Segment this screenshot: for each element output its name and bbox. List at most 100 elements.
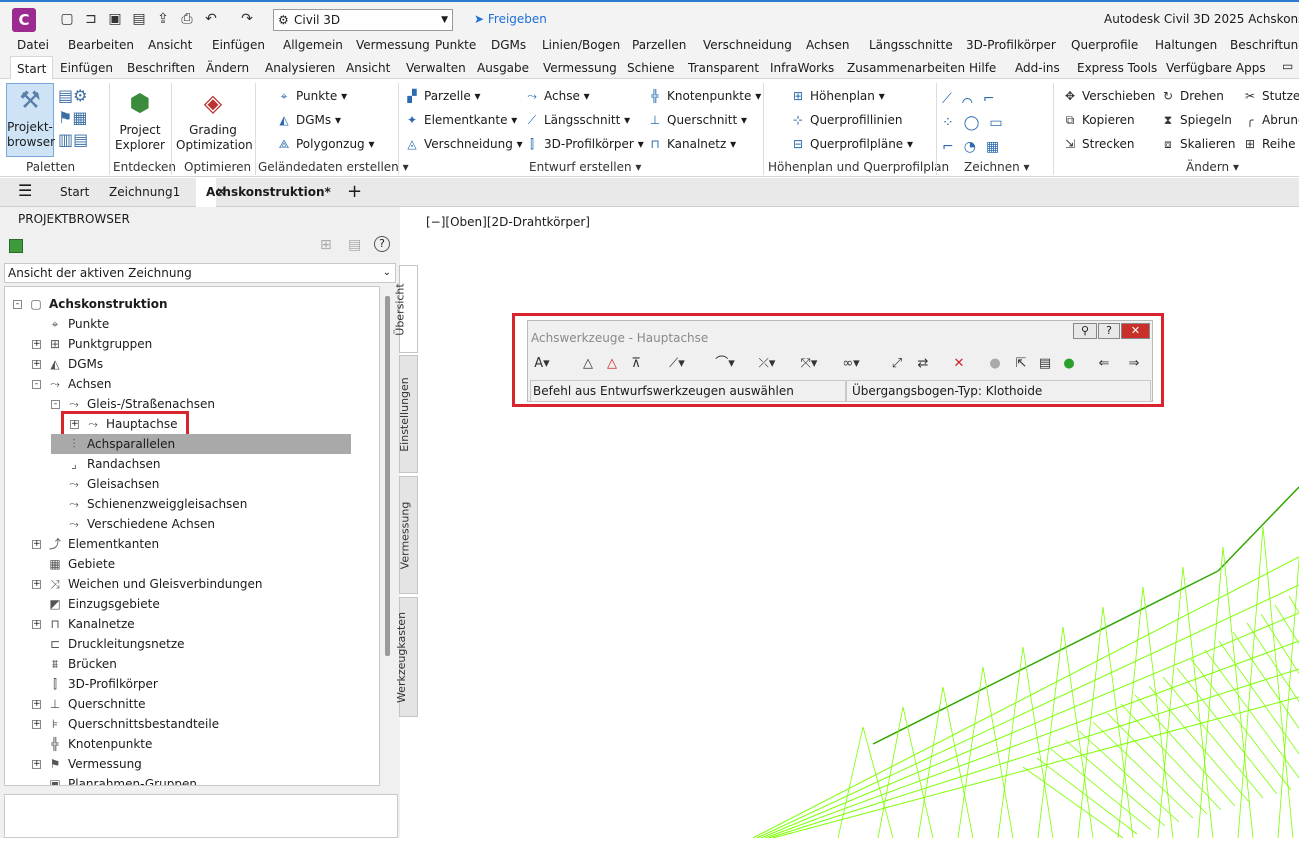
achse-button[interactable]: ⤳ Achse ▾ — [523, 86, 590, 106]
abrunden-button[interactable]: ╭ Abrund — [1241, 110, 1299, 130]
tree-item[interactable]: + ⤴ Elementkanten — [32, 534, 159, 554]
workspace-dropdown[interactable]: ⚙ Civil 3D ▼ — [273, 9, 453, 31]
subentity-editor-icon[interactable]: ▤ — [1034, 354, 1056, 374]
tree-item[interactable]: ╬ Knotenpunkte — [32, 734, 152, 754]
sidetab-uebersicht[interactable]: Übersicht — [394, 265, 418, 353]
tree-item[interactable]: ⫿ 3D-Profilkörper — [32, 674, 158, 694]
sidetab-vermessung[interactable]: Vermessung — [398, 476, 418, 594]
draw-tools[interactable]: ⟋⌒⌐ ⁘◯▭ ⌐◔▦ — [942, 87, 1042, 155]
alignment-toolbar[interactable]: Achswerkzeuge - Hauptachse ⚲ ? ✕ A▾ △ △ … — [527, 320, 1153, 402]
tree-item[interactable]: + ⚑ Vermessung — [32, 754, 142, 774]
app-icon[interactable]: C — [12, 8, 36, 32]
menu-3d-profilkoerper[interactable]: 3D-Profilkörper — [966, 38, 1056, 52]
tree-item[interactable]: + ◭ DGMs — [32, 354, 103, 374]
ribbon-minimize-icon[interactable]: ▭ — [1282, 59, 1293, 73]
expand-toggle-icon[interactable]: + — [32, 360, 41, 369]
tab-ausgabe[interactable]: Ausgabe — [477, 61, 529, 75]
elementkante-button[interactable]: ✦ Elementkante ▾ — [403, 110, 517, 130]
reverse-direction-icon[interactable]: ⇄ — [912, 354, 934, 374]
tab-start[interactable]: Start — [10, 56, 54, 80]
tree-item[interactable]: ▦ Gebiete — [32, 554, 115, 574]
edit-best-fit-icon[interactable]: ● — [984, 354, 1006, 374]
tab-schiene[interactable]: Schiene — [627, 61, 675, 75]
tab-hilfe[interactable]: Hilfe — [969, 61, 996, 75]
menu-punkte[interactable]: Punkte — [435, 38, 476, 52]
tree-item[interactable]: + ⊥ Querschnitte — [32, 694, 146, 714]
kanalnetz-button[interactable]: ⊓ Kanalnetz ▾ — [646, 134, 736, 154]
reverse-curve-icon[interactable]: ∞▾ — [834, 354, 868, 374]
tree-item[interactable]: + ⊧ Querschnittsbestandteile — [32, 714, 219, 734]
spiegeln-button[interactable]: ⧗ Spiegeln — [1159, 110, 1232, 130]
doc-tab-achskonstruktion[interactable]: Achskonstruktion* ✕ — [196, 178, 331, 207]
tab-beschriften[interactable]: Beschriften — [127, 61, 195, 75]
tree-item[interactable]: ⊏ Druckleitungsnetze — [32, 634, 185, 654]
line-curve-tools-icon[interactable]: ⤧▾ — [792, 354, 826, 374]
close-icon[interactable]: ✕ — [216, 185, 226, 199]
reihe-button[interactable]: ⊞ Reihe — [1241, 134, 1296, 154]
open-icon[interactable]: ⊐ — [82, 10, 100, 28]
knotenpunkte-button[interactable]: ╬ Knotenpunkte ▾ — [646, 86, 761, 106]
menu-laengsschnitte[interactable]: Längsschnitte — [869, 38, 953, 52]
menu-datei[interactable]: Datei — [17, 38, 49, 52]
tree-item[interactable]: ⌟ Randachsen — [51, 454, 160, 474]
expand-toggle-icon[interactable]: + — [32, 620, 41, 629]
tree-item[interactable]: ⌖ Punkte — [32, 314, 110, 334]
tree-item[interactable]: + ⊞ Punktgruppen — [32, 334, 152, 354]
menu-achsen[interactable]: Achsen — [806, 38, 849, 52]
tree-item[interactable]: ▣ Planrahmen-Gruppen — [32, 774, 197, 785]
hierarchy-icon[interactable]: ⊞ — [320, 237, 332, 253]
menu-einfuegen[interactable]: Einfügen — [212, 38, 265, 52]
verschneidung-button[interactable]: ◬ Verschneidung ▾ — [403, 134, 522, 154]
tab-verwalten[interactable]: Verwalten — [406, 61, 466, 75]
tree-item[interactable]: ◩ Einzugsgebiete — [32, 594, 159, 614]
toolbar-pin-icon[interactable]: ⚲ — [1073, 323, 1097, 339]
tree-item[interactable]: ⤳ Schienenzweiggleisachsen — [51, 494, 247, 514]
new-icon[interactable]: ▢ — [58, 10, 76, 28]
parzelle-button[interactable]: ▞ Parzelle ▾ — [403, 86, 480, 106]
hoehenplan-button[interactable]: ⊞ Höhenplan ▾ — [789, 86, 885, 106]
viewport-controls[interactable]: [−][Oben][2D-Drahtkörper] — [426, 215, 590, 229]
menu-parzellen[interactable]: Parzellen — [632, 38, 686, 52]
menu-ansicht[interactable]: Ansicht — [148, 38, 192, 52]
tab-zusammenarbeiten[interactable]: Zusammenarbeiten — [847, 61, 965, 75]
menu-allgemein[interactable]: Allgemein — [283, 38, 343, 52]
undo-icon[interactable]: ⇐ — [1093, 354, 1115, 374]
curve-tools-icon[interactable]: ⌒▾ — [708, 354, 742, 374]
convert-icon[interactable]: ⤢ — [886, 354, 908, 374]
tree-item[interactable]: ⤳ Verschiedene Achsen — [51, 514, 215, 534]
kopieren-button[interactable]: ⧉ Kopieren — [1061, 110, 1135, 130]
hamburger-menu-icon[interactable]: ☰ — [18, 181, 32, 200]
tab-transparent[interactable]: Transparent — [688, 61, 759, 75]
doc-tab-zeichnung1[interactable]: Zeichnung1 — [109, 185, 180, 199]
help-icon[interactable]: ? — [374, 236, 390, 252]
delete-pi-icon[interactable]: △ — [601, 354, 623, 374]
querschnitt-button[interactable]: ⊥ Querschnitt ▾ — [646, 110, 747, 130]
tab-vermessung[interactable]: Vermessung — [543, 61, 617, 75]
menu-vermessung[interactable]: Vermessung — [356, 38, 430, 52]
menu-bearbeiten[interactable]: Bearbeiten — [68, 38, 134, 52]
delete-subentity-icon[interactable]: ✕ — [948, 354, 970, 374]
toolbar-help-icon[interactable]: ? — [1098, 323, 1120, 339]
tab-ansicht[interactable]: Ansicht — [346, 61, 390, 75]
redo-icon[interactable]: ⇒ — [1123, 354, 1145, 374]
polygonzug-button[interactable]: ⟁ Polygonzug ▾ — [275, 134, 375, 154]
punkte-button[interactable]: ⌖ Punkte ▾ — [275, 86, 348, 106]
alignment-create-icon[interactable]: A▾ — [531, 354, 553, 374]
tree-item[interactable]: + ⊓ Kanalnetze — [32, 614, 135, 634]
tree-item[interactable]: - ⤳ Achsen — [32, 374, 111, 394]
tab-einfuegen[interactable]: Einfügen — [60, 61, 113, 75]
dgms-button[interactable]: ◭ DGMs ▾ — [275, 110, 341, 130]
menu-dgms[interactable]: DGMs — [491, 38, 526, 52]
expand-toggle-icon[interactable]: - — [51, 400, 60, 409]
tab-aendern[interactable]: Ändern — [206, 61, 249, 75]
menu-beschriftung[interactable]: Beschriftung — [1230, 38, 1299, 52]
verschieben-button[interactable]: ✥ Verschieben — [1061, 86, 1155, 106]
add-pi-icon[interactable]: △ — [577, 354, 599, 374]
sidetab-werkzeugkasten[interactable]: Werkzeugkasten — [395, 597, 418, 717]
scrollbar-thumb[interactable] — [385, 296, 390, 656]
menu-haltungen[interactable]: Haltungen — [1155, 38, 1217, 52]
expand-toggle-icon[interactable]: + — [32, 540, 41, 549]
expand-toggle-icon[interactable]: + — [32, 760, 41, 769]
alignment-grid-view-icon[interactable]: ● — [1058, 354, 1080, 374]
tree-item[interactable]: - ▢ Achskonstruktion — [13, 294, 168, 314]
